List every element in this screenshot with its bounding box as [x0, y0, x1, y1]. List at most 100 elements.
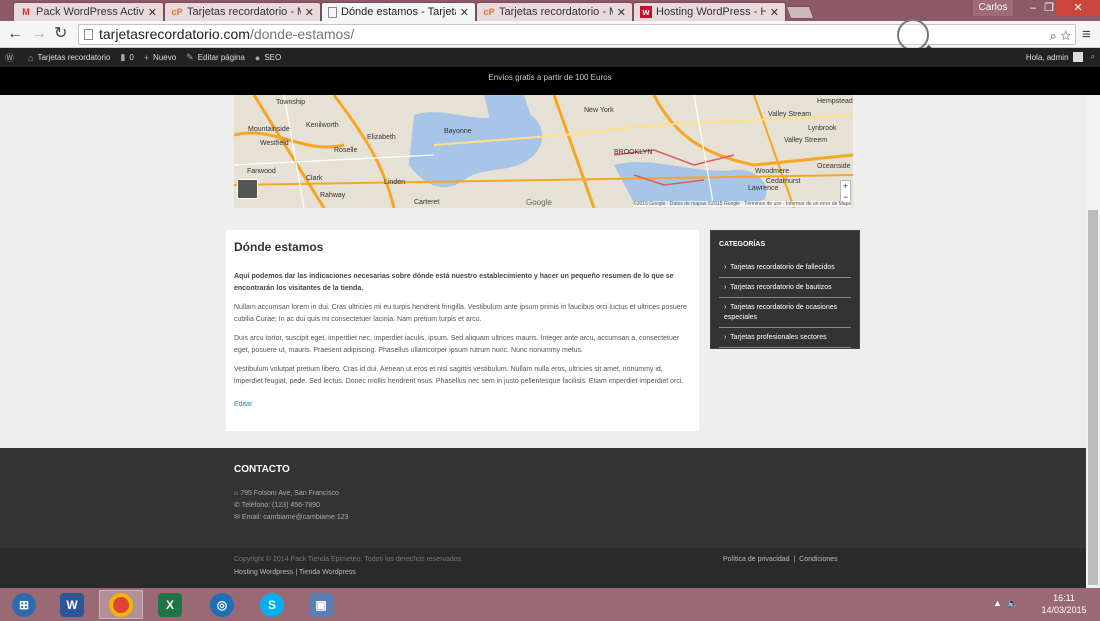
taskbar-word[interactable]: W [50, 590, 94, 619]
menu-icon[interactable]: ≡ [1082, 26, 1091, 43]
chevron-right-icon: › [724, 264, 727, 271]
start-button[interactable]: ⊞ [2, 590, 46, 619]
wordpress-logo-icon[interactable]: Ⓦ [5, 51, 18, 64]
map-label: Elizabeth [367, 134, 396, 141]
close-icon[interactable]: ✕ [305, 6, 314, 19]
back-arrow-icon[interactable]: ← [7, 25, 23, 43]
wp-admin-bar: Ⓦ ⌂ Tarjetas recordatorio ▮ 0 + Nuevo ✎ Edit… [0, 48, 1100, 67]
map-label: Township [276, 99, 306, 106]
main-content: Dónde estamos Aquí podemos dar las indic… [226, 230, 699, 431]
taskbar-chrome[interactable] [99, 590, 143, 619]
category-link[interactable]: › Tarjetas recordatorio de ocasiones esp… [719, 298, 851, 328]
admin-site-link[interactable]: ⌂ Tarjetas recordatorio [28, 53, 110, 63]
home-icon: ⌂ [234, 490, 239, 497]
browser-tab-4[interactable]: cP Tarjetas recordatorio - Mi ✕ [476, 2, 633, 21]
map-label: Linden [384, 179, 406, 186]
category-label: Tarjetas profesionales sectores [730, 334, 827, 341]
map-label: Cedarhurst [766, 178, 801, 185]
satellite-toggle[interactable] [237, 179, 258, 199]
skype-icon: S [260, 592, 284, 617]
admin-greeting[interactable]: Hola, admin [1026, 53, 1069, 62]
tab-title: Dónde estamos - Tarjetas [341, 6, 456, 18]
browser-tab-5[interactable]: w Hosting WordPress - Host ✕ [633, 2, 786, 21]
page-icon [328, 6, 337, 18]
body-paragraph: Nullam accumsan lorem in dui. Cras ultri… [234, 304, 687, 323]
browser-tab-3[interactable]: Dónde estamos - Tarjetas ✕ [321, 2, 476, 21]
admin-edit-label: Editar página [197, 53, 245, 62]
widget-title: CATEGORÍAS [719, 241, 766, 248]
forward-arrow-icon[interactable]: → [31, 25, 47, 43]
envelope-icon: ✉ [234, 514, 240, 521]
window-close-icon[interactable]: ✕ [1056, 0, 1100, 16]
admin-seo-label: SEO [264, 53, 282, 62]
map-label: Carteret [414, 199, 440, 206]
privacy-link[interactable]: Política de privacidad [723, 556, 790, 563]
scroll-thumb[interactable] [1088, 210, 1098, 585]
legal-links: Política de privacidad | Condiciones [723, 556, 838, 563]
contact-footer: CONTACTO ⌂ 795 Folsom Ave, San Francisco… [0, 448, 1086, 548]
avatar[interactable] [1072, 52, 1083, 62]
map-label: Lawrence [748, 185, 779, 192]
admin-edit-link[interactable]: ✎ Editar página [186, 52, 245, 63]
profile-button[interactable]: Carlos [973, 0, 1013, 16]
chevron-right-icon: › [724, 334, 727, 341]
close-icon[interactable]: ✕ [460, 6, 469, 19]
page-icon [84, 29, 93, 40]
email-text: Email: cambiame@cambiame.123 [241, 514, 349, 521]
taskbar-clock[interactable]: 16:11 14/03/2015 [1033, 592, 1095, 616]
map-label: Bayonne [444, 128, 472, 135]
category-link[interactable]: › Tarjetas recordatorio de fallecidos [719, 258, 851, 278]
url-path: /donde-estamos/ [249, 26, 355, 42]
search-icon[interactable]: ⌕ [1091, 52, 1095, 62]
reload-icon[interactable]: ↻ [54, 25, 67, 43]
taskbar-network[interactable]: ▣ [299, 590, 343, 619]
phone-icon: ✆ [234, 502, 240, 509]
footer-links[interactable]: Hosting Wordpress | Tienda Wordpress [234, 569, 356, 576]
tray-arrow-icon[interactable]: ▲ [993, 598, 1002, 608]
taskbar-skype[interactable]: S [250, 590, 294, 619]
speaker-icon[interactable]: 🔈 [1007, 598, 1018, 608]
tab-title: Tarjetas recordatorio - Mi [187, 6, 301, 18]
category-link[interactable]: › Tarjetas profesionales sectores [719, 328, 851, 348]
new-tab-button[interactable] [785, 6, 815, 19]
category-label: Tarjetas recordatorio de ocasiones espec… [724, 304, 838, 321]
map-attribution[interactable]: ©2015 Google · Datos de mapas ©2015 Goog… [633, 201, 851, 207]
close-icon[interactable]: ✕ [617, 6, 626, 19]
map-label: Mountainside [248, 126, 290, 133]
admin-comments-link[interactable]: ▮ 0 [120, 52, 133, 63]
footer-title: CONTACTO [234, 464, 290, 475]
star-icon[interactable]: ☆ [1060, 28, 1071, 43]
page-title: Dónde estamos [234, 240, 324, 254]
seo-icon: ● [254, 52, 261, 63]
footer-phone: ✆ Teléfono: (123) 456-7890 [234, 500, 852, 512]
browser-tab-1[interactable]: M Pack WordPress Activado ✕ [13, 2, 164, 21]
map-label: New York [584, 107, 614, 114]
taskbar-app[interactable]: ◎ [200, 590, 244, 619]
chrome-icon [109, 592, 133, 617]
map-label: Valley Streem [784, 137, 828, 144]
page-viewport: Township Mountainside Westfield Fanwood … [0, 95, 1086, 588]
map-label: Westfield [260, 140, 289, 147]
category-link[interactable]: › Tarjetas recordatorio de bautizos [719, 278, 851, 298]
google-map[interactable]: Township Mountainside Westfield Fanwood … [234, 95, 853, 208]
windows-logo-icon: ⊞ [12, 592, 36, 617]
tab-title: Hosting WordPress - Host [656, 6, 766, 18]
zoom-in-icon[interactable]: + [841, 181, 850, 192]
map-label: Fanwood [247, 168, 276, 175]
body-paragraph: Duis arcu tortor, suscipit eget, imperdi… [234, 335, 680, 354]
categories-widget: CATEGORÍAS › Tarjetas recordatorio de fa… [710, 230, 860, 349]
browser-tab-2[interactable]: cP Tarjetas recordatorio - Mi ✕ [164, 2, 321, 21]
admin-new-link[interactable]: + Nuevo [144, 53, 176, 63]
cpanel-icon: cP [171, 7, 183, 17]
url-domain: tarjetasrecordatorio.com [99, 26, 250, 42]
admin-seo-link[interactable]: ● SEO [255, 53, 281, 63]
close-icon[interactable]: ✕ [148, 6, 157, 19]
search-icon[interactable]: ⌕ [1049, 28, 1056, 43]
edit-link[interactable]: Editar [234, 401, 252, 408]
close-icon[interactable]: ✕ [770, 6, 779, 19]
app-icon: ◎ [210, 592, 234, 617]
page-scrollbar[interactable] [1086, 95, 1100, 588]
taskbar-excel[interactable]: X [148, 590, 192, 619]
conditions-link[interactable]: Condiciones [799, 556, 838, 563]
gmail-icon: M [22, 7, 30, 17]
